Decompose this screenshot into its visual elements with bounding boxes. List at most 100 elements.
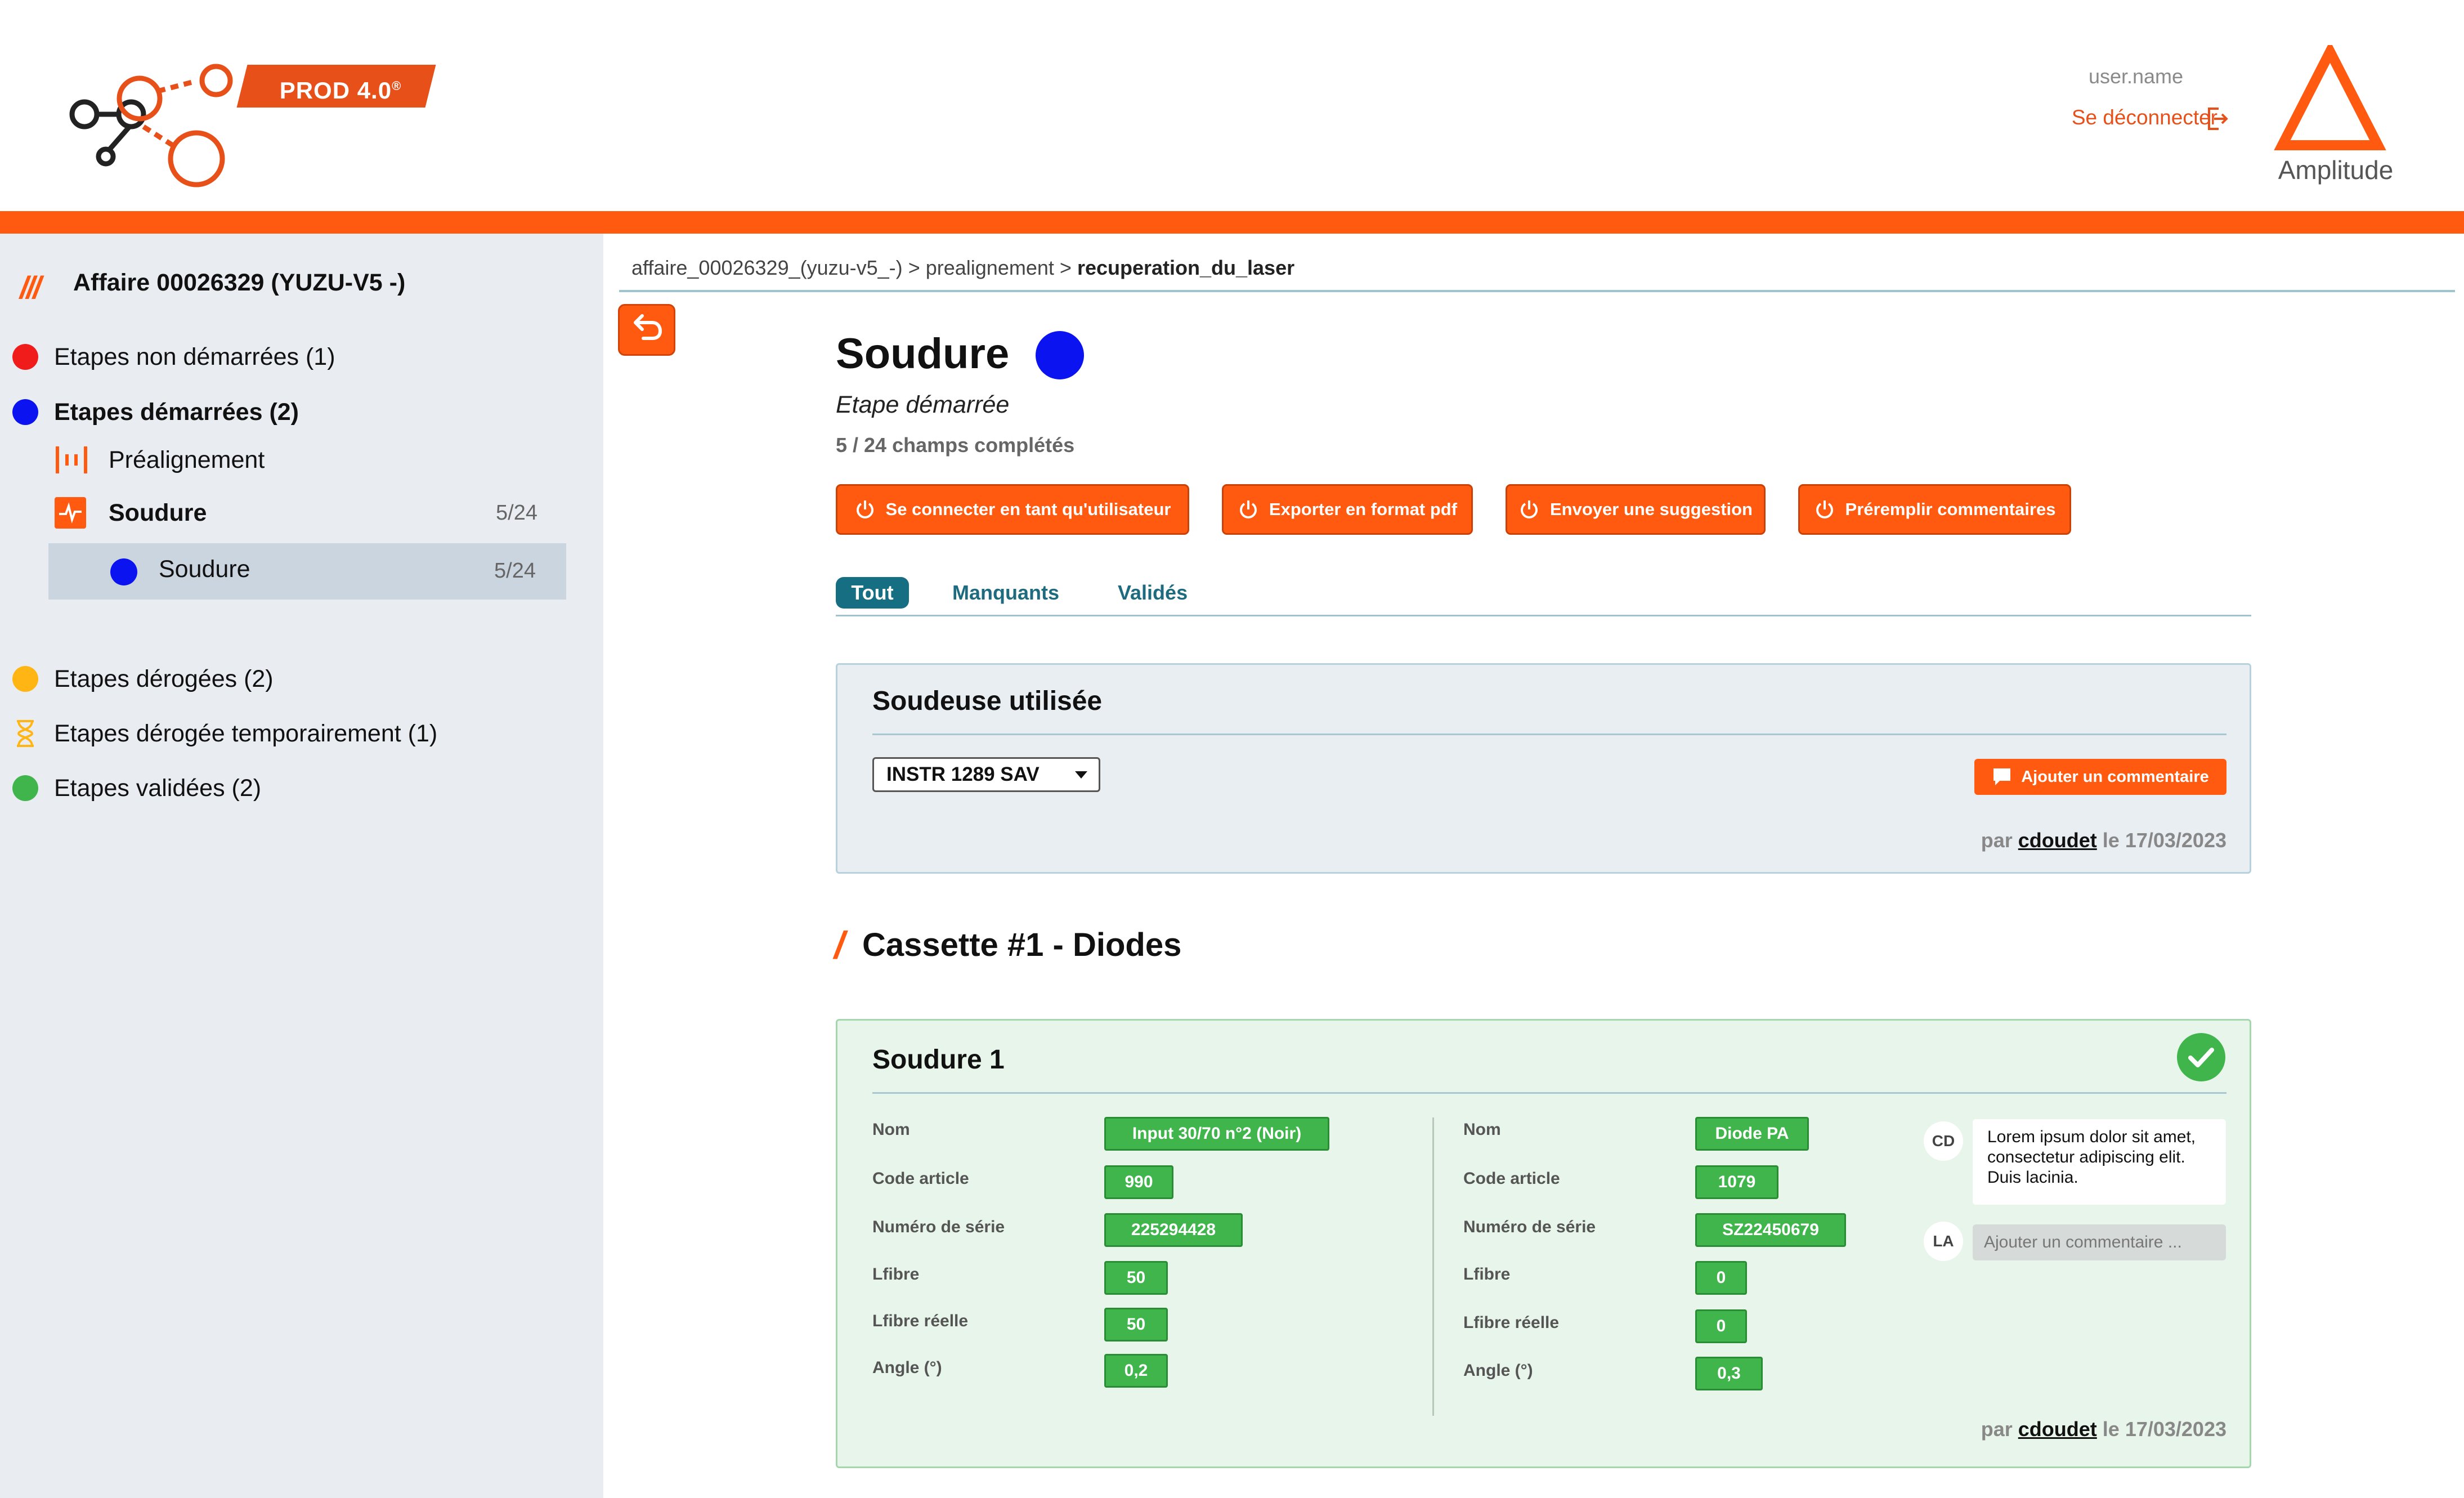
field-label: Lfibre réelle: [872, 1312, 969, 1330]
tab-valides[interactable]: Validés: [1118, 577, 1188, 609]
author-link[interactable]: cdoudet: [2018, 829, 2097, 852]
button-label: Envoyer une suggestion: [1549, 499, 1753, 519]
affaire-slashes-icon: ///: [20, 270, 42, 305]
author-link[interactable]: cdoudet: [2018, 1417, 2097, 1441]
field-value[interactable]: 0: [1695, 1309, 1747, 1343]
sidebar-substep-soudure[interactable]: Soudure 5/24: [48, 543, 566, 600]
field-value[interactable]: 1079: [1695, 1165, 1778, 1199]
sidebar-step-prealignement[interactable]: Préalignement: [53, 440, 549, 480]
avatar: LA: [1924, 1222, 1963, 1261]
check-circle-icon: [2177, 1033, 2225, 1081]
green-dot-icon: [12, 775, 38, 801]
section-slash-icon: /: [834, 924, 845, 967]
comment-input[interactable]: [1973, 1224, 2226, 1260]
status-derogated[interactable]: Etapes dérogées (2): [12, 662, 274, 696]
field-value[interactable]: 50: [1104, 1308, 1168, 1342]
affaire-title: Affaire 00026329 (YUZU-V5 -): [73, 269, 406, 296]
field-label: Lfibre: [872, 1265, 920, 1284]
send-suggestion-button[interactable]: Envoyer une suggestion: [1506, 484, 1766, 535]
field-value[interactable]: 0,3: [1695, 1357, 1763, 1390]
breadcrumb: affaire_00026329_(yuzu-v5_-) > prealigne…: [631, 256, 1294, 280]
field-value[interactable]: SZ22450679: [1695, 1213, 1846, 1247]
yellow-dot-icon: [12, 666, 38, 692]
login-as-user-button[interactable]: Se connecter en tant qu'utilisateur: [836, 484, 1189, 535]
breadcrumb-divider: [619, 290, 2455, 292]
logout-icon[interactable]: [2206, 106, 2229, 132]
caret-down-icon: [1075, 771, 1087, 779]
step-count: 5/24: [496, 500, 537, 525]
prod-logo-icon: [69, 64, 233, 187]
back-button[interactable]: [618, 304, 675, 356]
prod-badge-label: PROD 4.0®: [279, 77, 402, 104]
power-icon: [1521, 500, 1538, 518]
page-title: Soudure: [836, 330, 1010, 378]
sidebar-step-soudure[interactable]: Soudure 5/24: [53, 493, 549, 533]
username-label: user.name: [2088, 65, 2184, 88]
tab-tout[interactable]: Tout: [836, 577, 909, 609]
fields-progress: 5 / 24 champs complétés: [836, 433, 1075, 457]
export-pdf-button[interactable]: Exporter en format pdf: [1222, 484, 1473, 535]
field-label: Numéro de série: [872, 1218, 1005, 1236]
back-arrow-icon: [634, 314, 662, 340]
status-label: Etapes dérogée temporairement (1): [54, 719, 438, 747]
section-title: Cassette #1 - Diodes: [862, 927, 1182, 963]
field-value[interactable]: 0,2: [1104, 1354, 1168, 1388]
substep-count: 5/24: [494, 559, 536, 583]
field-value[interactable]: 225294428: [1104, 1213, 1243, 1247]
card-title: Soudeuse utilisée: [872, 686, 1103, 716]
add-comment-button[interactable]: Ajouter un commentaire: [1974, 759, 2226, 795]
button-label: Exporter en format pdf: [1269, 499, 1458, 519]
breadcrumb-item[interactable]: prealignement: [926, 256, 1054, 279]
status-started[interactable]: Etapes démarrées (2): [12, 395, 299, 429]
field-label: Numéro de série: [1463, 1218, 1596, 1236]
tab-manquants[interactable]: Manquants: [952, 577, 1059, 609]
status-started-icon: [1036, 331, 1084, 379]
status-label: Etapes non démarrées (1): [54, 343, 335, 370]
field-value[interactable]: 50: [1104, 1261, 1168, 1295]
field-value[interactable]: Input 30/70 n°2 (Noir): [1104, 1117, 1329, 1151]
author-byline: par cdoudet le 17/03/2023: [1981, 829, 2226, 852]
logout-link[interactable]: Se déconnecter: [2026, 106, 2217, 129]
breadcrumb-sep: >: [1059, 256, 1072, 279]
status-derogated-temp[interactable]: Etapes dérogée temporairement (1): [12, 717, 437, 750]
red-dot-icon: [12, 344, 38, 370]
status-not-started[interactable]: Etapes non démarrées (1): [12, 340, 335, 374]
soudeuse-select[interactable]: INSTR 1289 SAV: [872, 757, 1100, 792]
amplitude-brand-label: Amplitude: [2278, 155, 2394, 185]
status-label: Etapes validées (2): [54, 774, 262, 802]
button-label: Préremplir commentaires: [1845, 499, 2056, 519]
field-value[interactable]: 990: [1104, 1165, 1173, 1199]
tabs-divider: [836, 615, 2251, 616]
avatar: CD: [1924, 1121, 1963, 1161]
comment-text: Lorem ipsum dolor sit amet, consectetur …: [1973, 1119, 2226, 1205]
card-divider: [872, 1092, 2226, 1094]
power-icon: [1239, 500, 1257, 518]
breadcrumb-sep: >: [908, 256, 920, 279]
card-title: Soudure 1: [872, 1045, 1005, 1075]
welding-icon: [55, 497, 86, 529]
field-value[interactable]: 0: [1695, 1261, 1747, 1295]
field-label: Angle (°): [1463, 1361, 1533, 1380]
button-label: Ajouter un commentaire: [2021, 767, 2209, 786]
prefill-comments-button[interactable]: Préremplir commentaires: [1798, 484, 2071, 535]
header-accent-bar: [0, 211, 2464, 234]
card-divider: [872, 734, 2226, 735]
substep-label: Soudure: [159, 556, 250, 583]
column-divider: [1432, 1117, 1434, 1416]
author-byline: par cdoudet le 17/03/2023: [1981, 1417, 2226, 1441]
field-label: Code article: [1463, 1169, 1560, 1188]
status-label: Etapes dérogées (2): [54, 665, 274, 692]
breadcrumb-item[interactable]: affaire_00026329_(yuzu-v5_-): [631, 256, 903, 279]
amplitude-logo-icon: [2274, 45, 2386, 150]
blue-dot-icon: [12, 399, 38, 425]
field-label: Angle (°): [872, 1358, 942, 1377]
field-label: Lfibre réelle: [1463, 1313, 1560, 1332]
breadcrumb-current: recuperation_du_laser: [1077, 256, 1295, 279]
field-value[interactable]: Diode PA: [1695, 1117, 1809, 1151]
field-label: Lfibre: [1463, 1265, 1511, 1284]
status-validated[interactable]: Etapes validées (2): [12, 771, 261, 805]
button-label: Se connecter en tant qu'utilisateur: [885, 499, 1171, 519]
field-label: Nom: [1463, 1120, 1501, 1139]
step-label: Préalignement: [109, 446, 265, 473]
field-label: Code article: [872, 1169, 969, 1188]
